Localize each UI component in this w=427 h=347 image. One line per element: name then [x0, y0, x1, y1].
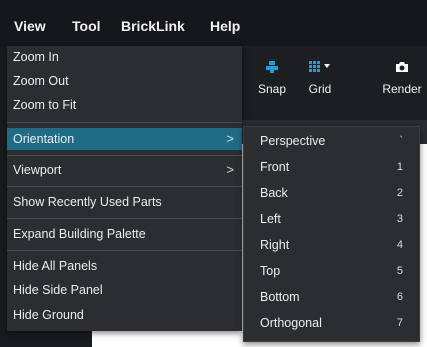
menu-item-label: Hide Ground: [13, 308, 84, 322]
grid-label: Grid: [308, 82, 332, 96]
chevron-right-icon: >: [226, 131, 234, 146]
menu-tool[interactable]: Tool: [72, 18, 101, 34]
submenu-item-top[interactable]: Top 5: [244, 259, 419, 283]
menu-item-zoom-in[interactable]: Zoom In: [7, 46, 242, 68]
menu-item-hide-ground[interactable]: Hide Ground: [7, 304, 242, 326]
menu-item-label: Zoom In: [13, 50, 59, 64]
menu-item-expand-building-palette[interactable]: Expand Building Palette: [7, 223, 242, 245]
submenu-item-right[interactable]: Right 4: [244, 233, 419, 257]
grid-button[interactable]: Grid: [298, 46, 342, 120]
submenu-item-label: Back: [260, 186, 288, 200]
submenu-item-back[interactable]: Back 2: [244, 181, 419, 205]
submenu-item-label: Top: [260, 264, 281, 278]
menu-view[interactable]: View: [14, 18, 46, 34]
toolbar: Snap Grid Render: [240, 46, 427, 120]
menu-item-label: Zoom Out: [13, 74, 69, 88]
snap-button[interactable]: Snap: [250, 46, 294, 120]
shortcut-key: 4: [396, 239, 403, 251]
menu-item-orientation[interactable]: Orientation >: [7, 128, 242, 150]
submenu-item-label: Orthogonal: [260, 316, 322, 330]
submenu-item-label: Left: [260, 212, 281, 226]
menu-separator: [7, 186, 242, 187]
menu-separator: [7, 122, 242, 123]
submenu-item-label: Front: [260, 160, 290, 174]
grid-icon: [309, 60, 331, 78]
menu-separator: [7, 250, 242, 251]
shortcut-key: 6: [396, 291, 403, 303]
shortcut-key: 7: [396, 317, 403, 329]
submenu-item-bottom[interactable]: Bottom 6: [244, 285, 419, 309]
submenu-item-front[interactable]: Front 1: [244, 155, 419, 179]
render-label: Render: [382, 82, 422, 96]
view-menu-dropdown: Zoom In Zoom Out Zoom to Fit Orientation…: [7, 46, 242, 331]
menu-item-label: Hide All Panels: [13, 259, 98, 273]
shortcut-key: 3: [396, 213, 403, 225]
chevron-right-icon: >: [226, 162, 234, 177]
menu-item-hide-side-panel[interactable]: Hide Side Panel: [7, 279, 242, 301]
shortcut-key: 2: [396, 187, 403, 199]
menu-item-label: Orientation: [13, 132, 75, 146]
orientation-submenu: Perspective ` Front 1 Back 2 Left 3 Righ…: [243, 126, 420, 342]
menu-item-zoom-to-fit[interactable]: Zoom to Fit: [7, 94, 242, 116]
caret-down-icon: [324, 64, 330, 68]
menu-item-label: Zoom to Fit: [13, 98, 77, 112]
menu-separator: [7, 218, 242, 219]
submenu-item-label: Right: [260, 238, 290, 252]
menu-item-hide-all-panels[interactable]: Hide All Panels: [7, 255, 242, 277]
menu-item-label: Hide Side Panel: [13, 283, 103, 297]
menu-item-show-recently-used-parts[interactable]: Show Recently Used Parts: [7, 191, 242, 213]
snap-label: Snap: [257, 82, 287, 96]
snap-magnet-icon: [265, 60, 279, 79]
submenu-item-perspective[interactable]: Perspective `: [244, 129, 419, 153]
menu-item-viewport[interactable]: Viewport >: [7, 159, 242, 181]
shortcut-key: 5: [396, 265, 403, 277]
menu-item-label: Show Recently Used Parts: [13, 195, 162, 209]
menu-separator: [7, 155, 242, 156]
menu-bricklink[interactable]: BrickLink: [121, 18, 185, 34]
shortcut-key: 1: [396, 161, 403, 173]
submenu-item-label: Bottom: [260, 290, 300, 304]
render-button[interactable]: Render: [376, 46, 427, 120]
menu-item-label: Expand Building Palette: [13, 227, 146, 241]
submenu-item-orthogonal[interactable]: Orthogonal 7: [244, 311, 419, 335]
menu-item-zoom-out[interactable]: Zoom Out: [7, 70, 242, 92]
menu-help[interactable]: Help: [210, 18, 240, 34]
shortcut-key: `: [399, 135, 403, 147]
menu-bar: View Tool BrickLink Help: [0, 0, 427, 46]
submenu-item-left[interactable]: Left 3: [244, 207, 419, 231]
menu-item-label: Viewport: [13, 163, 62, 177]
camera-icon: [395, 60, 409, 78]
submenu-item-label: Perspective: [260, 134, 326, 148]
